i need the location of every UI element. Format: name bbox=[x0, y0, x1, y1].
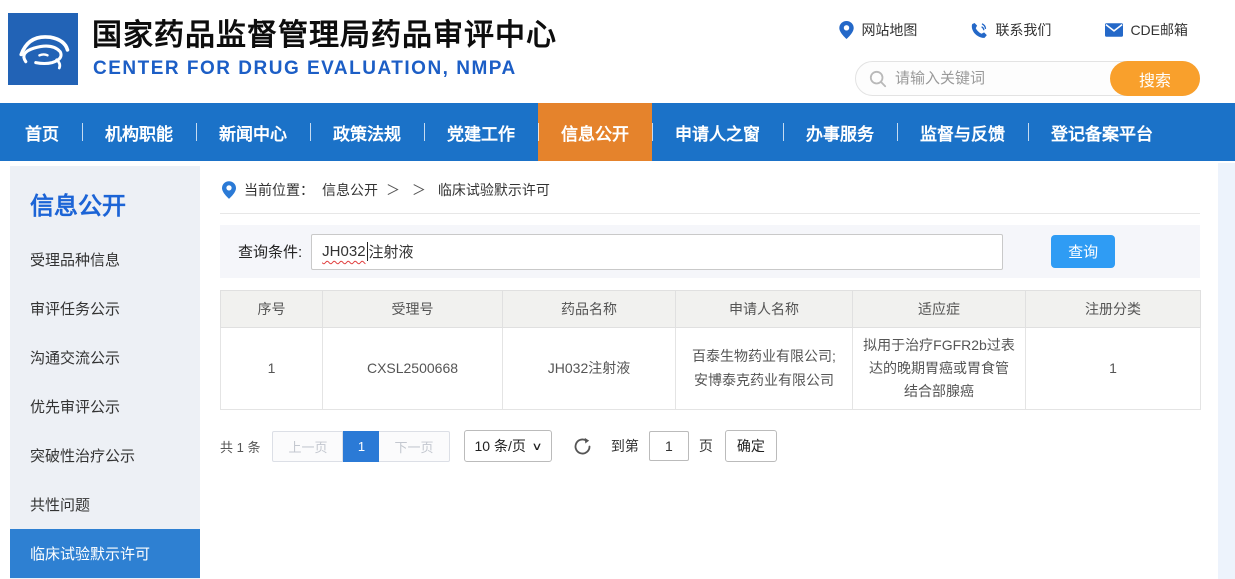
breadcrumb: 当前位置： 信息公开 ＞ ＞ 临床试验默示许可 bbox=[220, 166, 1200, 214]
sidebar-item-common-issues[interactable]: 共性问题 bbox=[10, 480, 200, 529]
sidebar-item-review-tasks[interactable]: 审评任务公示 bbox=[10, 284, 200, 333]
table-header-row: 序号 受理号 药品名称 申请人名称 适应症 注册分类 bbox=[221, 291, 1201, 328]
next-page-button[interactable]: 下一页 bbox=[379, 431, 449, 462]
search-button[interactable]: 搜索 bbox=[1110, 61, 1200, 96]
location-pin-icon bbox=[839, 21, 854, 39]
sidebar-item-breakthrough-therapy[interactable]: 突破性治疗公示 bbox=[10, 431, 200, 480]
results-table: 序号 受理号 药品名称 申请人名称 适应症 注册分类 1 CXSL2500668… bbox=[220, 290, 1201, 410]
col-header-acceptance-no: 受理号 bbox=[323, 291, 503, 328]
sitemap-label: 网站地图 bbox=[861, 20, 917, 40]
sidebar-item-communication[interactable]: 沟通交流公示 bbox=[10, 333, 200, 382]
total-count: 共 1 条 bbox=[220, 437, 260, 456]
breadcrumb-current: 临床试验默示许可 bbox=[438, 180, 550, 200]
site-search: 搜索 bbox=[855, 61, 1200, 96]
page-size-value: 10 条/页 bbox=[475, 436, 526, 456]
header-links: 网站地图 联系我们 CDE邮箱 bbox=[839, 20, 1188, 40]
mail-label: CDE邮箱 bbox=[1130, 20, 1188, 40]
main-content: 当前位置： 信息公开 ＞ ＞ 临床试验默示许可 查询条件: JH032注射液 查询… bbox=[220, 166, 1200, 462]
cell-registration-class: 1 bbox=[1026, 328, 1201, 410]
search-input[interactable] bbox=[887, 70, 1110, 87]
phone-icon bbox=[971, 22, 988, 39]
refresh-icon bbox=[572, 436, 593, 457]
sidebar: 信息公开 受理品种信息 审评任务公示 沟通交流公示 优先审评公示 突破性治疗公示… bbox=[10, 166, 200, 579]
query-value-flagged: JH032 bbox=[322, 243, 365, 260]
query-panel: 查询条件: JH032注射液 查询 bbox=[220, 225, 1200, 278]
nav-item-info-disclosure[interactable]: 信息公开 bbox=[538, 103, 652, 161]
nav-item-applicant-window[interactable]: 申请人之窗 bbox=[652, 103, 783, 161]
page-size-select[interactable]: 10 条/页 ∨ bbox=[464, 430, 552, 462]
cell-acceptance-no: CXSL2500668 bbox=[323, 328, 503, 410]
goto-page-label: 到第 bbox=[611, 436, 639, 456]
cell-drug-name: JH032注射液 bbox=[503, 328, 676, 410]
goto-page-input[interactable]: 1 bbox=[649, 431, 689, 461]
query-input[interactable]: JH032注射液 bbox=[311, 234, 1003, 270]
nav-item-news[interactable]: 新闻中心 bbox=[196, 103, 310, 161]
col-header-applicant: 申请人名称 bbox=[676, 291, 853, 328]
envelope-icon bbox=[1105, 23, 1123, 37]
breadcrumb-section-link[interactable]: 信息公开 bbox=[322, 180, 378, 200]
sidebar-item-clinical-trial-implied-license[interactable]: 临床试验默示许可 bbox=[10, 529, 200, 578]
sitemap-link[interactable]: 网站地图 bbox=[839, 20, 917, 40]
site-subtitle: CENTER FOR DRUG EVALUATION, NMPA bbox=[93, 58, 517, 80]
site-title: 国家药品监督管理局药品审评中心 bbox=[92, 10, 557, 54]
sidebar-item-accepted-varieties[interactable]: 受理品种信息 bbox=[10, 235, 200, 284]
page-number-button[interactable]: 1 bbox=[343, 431, 379, 462]
nav-item-home[interactable]: 首页 bbox=[2, 103, 82, 161]
mail-link[interactable]: CDE邮箱 bbox=[1105, 20, 1188, 40]
breadcrumb-separator: ＞ ＞ bbox=[386, 180, 430, 200]
pagination: 共 1 条 上一页 1 下一页 10 条/页 ∨ 到第 1 页 确定 bbox=[220, 430, 1200, 462]
contact-label: 联系我们 bbox=[995, 20, 1051, 40]
nav-item-functions[interactable]: 机构职能 bbox=[82, 103, 196, 161]
text-caret bbox=[367, 242, 368, 261]
breadcrumb-pin-icon bbox=[222, 181, 236, 199]
nav-item-supervision[interactable]: 监督与反馈 bbox=[897, 103, 1028, 161]
table-row: 1 CXSL2500668 JH032注射液 百泰生物药业有限公司;安博泰克药业… bbox=[221, 328, 1201, 410]
chevron-down-icon: ∨ bbox=[531, 440, 542, 453]
sidebar-item-priority-review[interactable]: 优先审评公示 bbox=[10, 382, 200, 431]
contact-link[interactable]: 联系我们 bbox=[971, 20, 1051, 40]
prev-page-button[interactable]: 上一页 bbox=[272, 431, 343, 462]
search-icon bbox=[869, 70, 887, 88]
col-header-registration-class: 注册分类 bbox=[1026, 291, 1201, 328]
sidebar-title: 信息公开 bbox=[10, 186, 200, 221]
nav-item-party[interactable]: 党建工作 bbox=[424, 103, 538, 161]
cell-index: 1 bbox=[221, 328, 323, 410]
nav-item-policies[interactable]: 政策法规 bbox=[310, 103, 424, 161]
cell-applicant: 百泰生物药业有限公司;安博泰克药业有限公司 bbox=[676, 328, 853, 410]
cde-logo bbox=[8, 13, 78, 85]
main-nav: 首页 机构职能 新闻中心 政策法规 党建工作 信息公开 申请人之窗 办事服务 监… bbox=[0, 103, 1235, 161]
cell-indication: 拟用于治疗FGFR2b过表达的晚期胃癌或胃食管结合部腺癌 bbox=[853, 328, 1026, 410]
col-header-indication: 适应症 bbox=[853, 291, 1026, 328]
page-right-strip bbox=[1218, 163, 1235, 579]
query-condition-label: 查询条件: bbox=[238, 241, 302, 262]
page: 国家药品监督管理局药品审评中心 CENTER FOR DRUG EVALUATI… bbox=[0, 0, 1235, 579]
header: 国家药品监督管理局药品审评中心 CENTER FOR DRUG EVALUATI… bbox=[0, 0, 1235, 103]
swan-logo-icon bbox=[14, 22, 72, 76]
col-header-index: 序号 bbox=[221, 291, 323, 328]
page-unit-label: 页 bbox=[699, 436, 713, 456]
query-button[interactable]: 查询 bbox=[1051, 235, 1115, 268]
confirm-button[interactable]: 确定 bbox=[725, 430, 777, 462]
col-header-drug-name: 药品名称 bbox=[503, 291, 676, 328]
nav-item-services[interactable]: 办事服务 bbox=[783, 103, 897, 161]
breadcrumb-label: 当前位置： bbox=[244, 180, 314, 200]
nav-item-registration-platform[interactable]: 登记备案平台 bbox=[1028, 103, 1176, 161]
query-value-rest: 注射液 bbox=[369, 241, 414, 262]
refresh-button[interactable] bbox=[572, 436, 593, 457]
